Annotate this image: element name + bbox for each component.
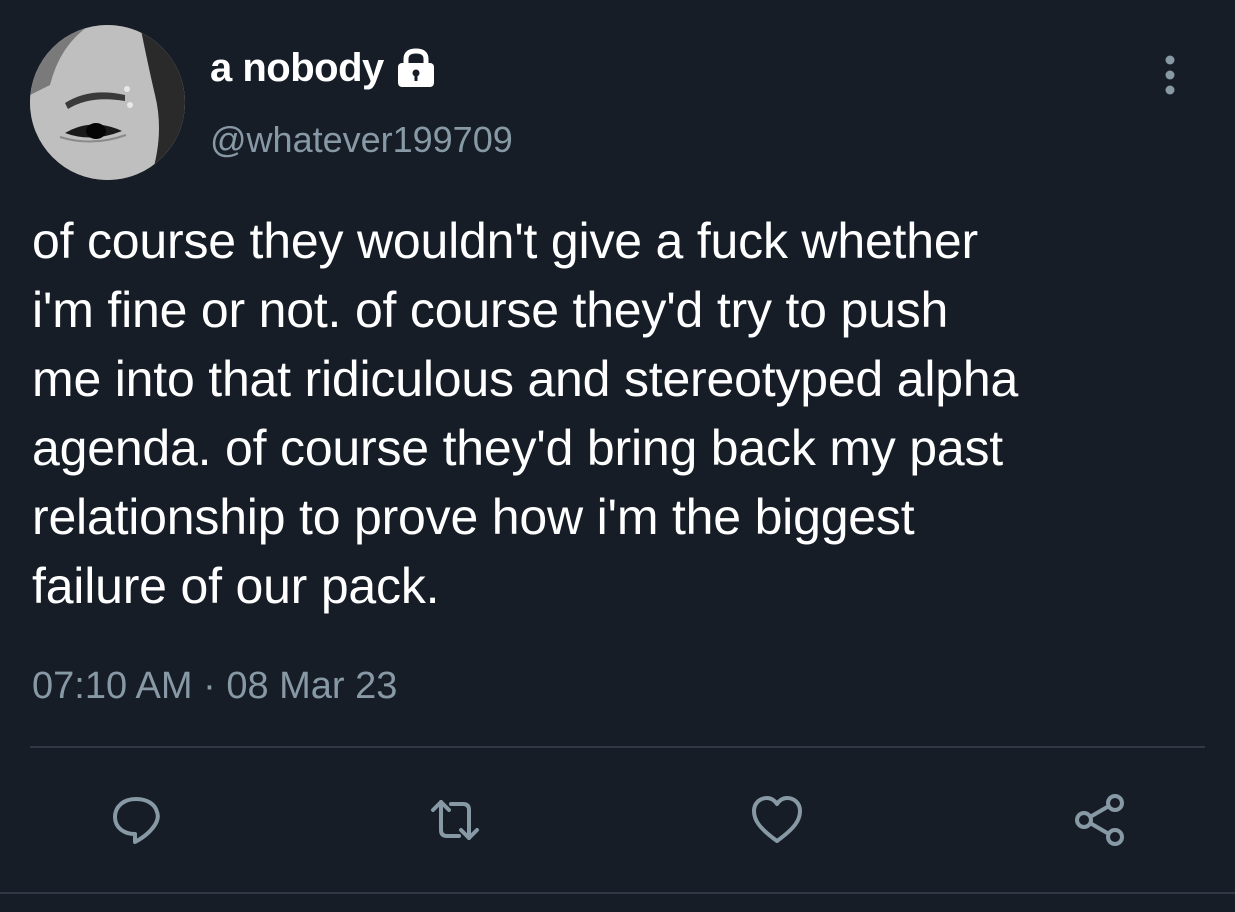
tweet-text: of course they wouldn't give a fuck whet… (32, 213, 1019, 614)
reply-icon (113, 797, 160, 844)
action-bar (0, 780, 1235, 860)
tweet-timestamp[interactable]: 07:10 AM · 08 Mar 23 (32, 662, 397, 710)
retweet-icon (431, 800, 479, 840)
more-vertical-icon[interactable] (1150, 50, 1190, 100)
avatar-image (30, 25, 185, 180)
like-button[interactable] (737, 780, 817, 860)
heart-icon (752, 796, 802, 843)
reply-button[interactable] (96, 780, 176, 860)
bottom-divider (0, 892, 1235, 894)
retweet-button[interactable] (415, 780, 495, 860)
tweet-card: a nobody @whatever199709 of course they … (0, 0, 1235, 912)
avatar[interactable] (30, 25, 185, 180)
user-handle[interactable]: @whatever199709 (210, 118, 513, 162)
share-icon (1075, 794, 1124, 846)
display-name[interactable]: a nobody (210, 44, 440, 92)
display-name-text: a nobody (210, 46, 384, 90)
lock-icon (392, 48, 440, 88)
share-button[interactable] (1060, 780, 1140, 860)
divider (30, 746, 1205, 748)
